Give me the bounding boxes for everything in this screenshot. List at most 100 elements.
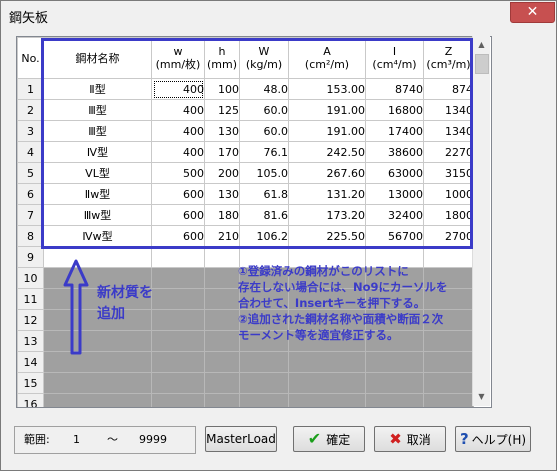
cell-I[interactable]: 13000 [365,183,424,205]
empty-cell[interactable] [151,246,205,268]
cell-name[interactable]: Ⅱ型 [43,78,152,100]
scroll-down-icon[interactable]: ▼ [473,388,490,405]
cell-Z[interactable]: 3150 [423,162,474,184]
empty-cell[interactable] [43,330,152,352]
empty-cell[interactable] [239,372,289,394]
cell-name[interactable]: Ⅳw型 [43,225,152,247]
cell-W[interactable]: 60.0 [239,99,289,121]
help-button[interactable]: ? ヘルプ(H) [455,426,531,452]
cell-W[interactable]: 105.0 [239,162,289,184]
scroll-thumb[interactable] [475,54,489,74]
cell-W[interactable]: 48.0 [239,78,289,100]
table-row[interactable]: 4 Ⅳ型 400 170 76.1 242.50 38600 2270 [17,141,474,163]
empty-cell[interactable] [204,288,240,310]
empty-cell[interactable] [151,393,205,407]
cell-W[interactable]: 76.1 [239,141,289,163]
empty-row[interactable]: 15 [17,372,474,394]
cell-Z[interactable]: 1800 [423,204,474,226]
cell-Z[interactable]: 1340 [423,120,474,142]
empty-cell[interactable] [204,330,240,352]
cell-Z[interactable]: 2270 [423,141,474,163]
close-button[interactable]: ✕ [510,2,555,23]
empty-cell[interactable] [204,309,240,331]
table-row[interactable]: 2 Ⅲ型 400 125 60.0 191.00 16800 1340 [17,99,474,121]
cell-w[interactable]: 400 [151,78,205,100]
cell-W[interactable]: 60.0 [239,120,289,142]
empty-cell[interactable] [151,330,205,352]
empty-cell[interactable] [423,393,474,407]
cell-h[interactable]: 200 [204,162,240,184]
cell-name[interactable]: Ⅳ型 [43,141,152,163]
cell-I[interactable]: 17400 [365,120,424,142]
empty-cell[interactable] [151,267,205,289]
cell-A[interactable]: 191.00 [288,120,366,142]
empty-cell[interactable] [288,393,366,407]
cell-name[interactable]: Ⅱw型 [43,183,152,205]
cell-Z[interactable]: 1000 [423,183,474,205]
cell-w[interactable]: 400 [151,120,205,142]
empty-cell[interactable] [151,288,205,310]
cell-w[interactable]: 600 [151,183,205,205]
empty-cell[interactable] [43,351,152,373]
cell-A[interactable]: 191.00 [288,99,366,121]
scroll-up-icon[interactable]: ▲ [473,36,490,53]
cell-name[interactable]: VL型 [43,162,152,184]
empty-cell[interactable] [43,393,152,407]
cell-name[interactable]: Ⅲ型 [43,99,152,121]
vertical-scrollbar[interactable]: ▲ ▼ [472,36,490,406]
cell-w[interactable]: 600 [151,225,205,247]
empty-cell[interactable] [43,372,152,394]
cell-I[interactable]: 32400 [365,204,424,226]
cell-w[interactable]: 400 [151,141,205,163]
cell-h[interactable]: 130 [204,183,240,205]
cell-A[interactable]: 153.00 [288,78,366,100]
empty-cell[interactable] [204,267,240,289]
cell-I[interactable]: 63000 [365,162,424,184]
empty-cell[interactable] [151,309,205,331]
cell-W[interactable]: 61.8 [239,183,289,205]
table-row[interactable]: 7 Ⅲw型 600 180 81.6 173.20 32400 1800 [17,204,474,226]
cell-name[interactable]: Ⅲ型 [43,120,152,142]
cell-A[interactable]: 131.20 [288,183,366,205]
cancel-button[interactable]: ✖ 取消 [374,426,446,452]
empty-cell[interactable] [204,351,240,373]
table-row[interactable]: 5 VL型 500 200 105.0 267.60 63000 3150 [17,162,474,184]
cell-h[interactable]: 210 [204,225,240,247]
cell-I[interactable]: 56700 [365,225,424,247]
cell-I[interactable]: 16800 [365,99,424,121]
empty-cell[interactable] [151,351,205,373]
cell-h[interactable]: 100 [204,78,240,100]
masterload-button[interactable]: MasterLoad [205,426,277,452]
table-row[interactable]: 1 Ⅱ型 400 100 48.0 153.00 8740 874 [17,78,474,100]
cell-h[interactable]: 170 [204,141,240,163]
cell-Z[interactable]: 1340 [423,99,474,121]
cell-w[interactable]: 500 [151,162,205,184]
empty-cell[interactable] [423,372,474,394]
ok-button[interactable]: ✔ 確定 [293,426,365,452]
cell-A[interactable]: 225.50 [288,225,366,247]
empty-cell[interactable] [151,372,205,394]
table-row[interactable]: 6 Ⅱw型 600 130 61.8 131.20 13000 1000 [17,183,474,205]
cell-name[interactable]: Ⅲw型 [43,204,152,226]
cell-I[interactable]: 8740 [365,78,424,100]
table-row[interactable]: 8 Ⅳw型 600 210 106.2 225.50 56700 2700 [17,225,474,247]
cell-w[interactable]: 600 [151,204,205,226]
cell-W[interactable]: 81.6 [239,204,289,226]
empty-cell[interactable] [43,246,152,268]
table-row[interactable]: 3 Ⅲ型 400 130 60.0 191.00 17400 1340 [17,120,474,142]
cell-h[interactable]: 130 [204,120,240,142]
empty-cell[interactable] [204,393,240,407]
cell-Z[interactable]: 874 [423,78,474,100]
cell-h[interactable]: 125 [204,99,240,121]
cell-w[interactable]: 400 [151,99,205,121]
cell-A[interactable]: 173.20 [288,204,366,226]
empty-cell[interactable] [288,372,366,394]
empty-cell[interactable] [288,351,366,373]
empty-cell[interactable] [239,351,289,373]
empty-cell[interactable] [365,372,424,394]
empty-row[interactable]: 16 [17,393,474,407]
empty-cell[interactable] [365,351,424,373]
cell-h[interactable]: 180 [204,204,240,226]
empty-cell[interactable] [204,372,240,394]
cell-W[interactable]: 106.2 [239,225,289,247]
